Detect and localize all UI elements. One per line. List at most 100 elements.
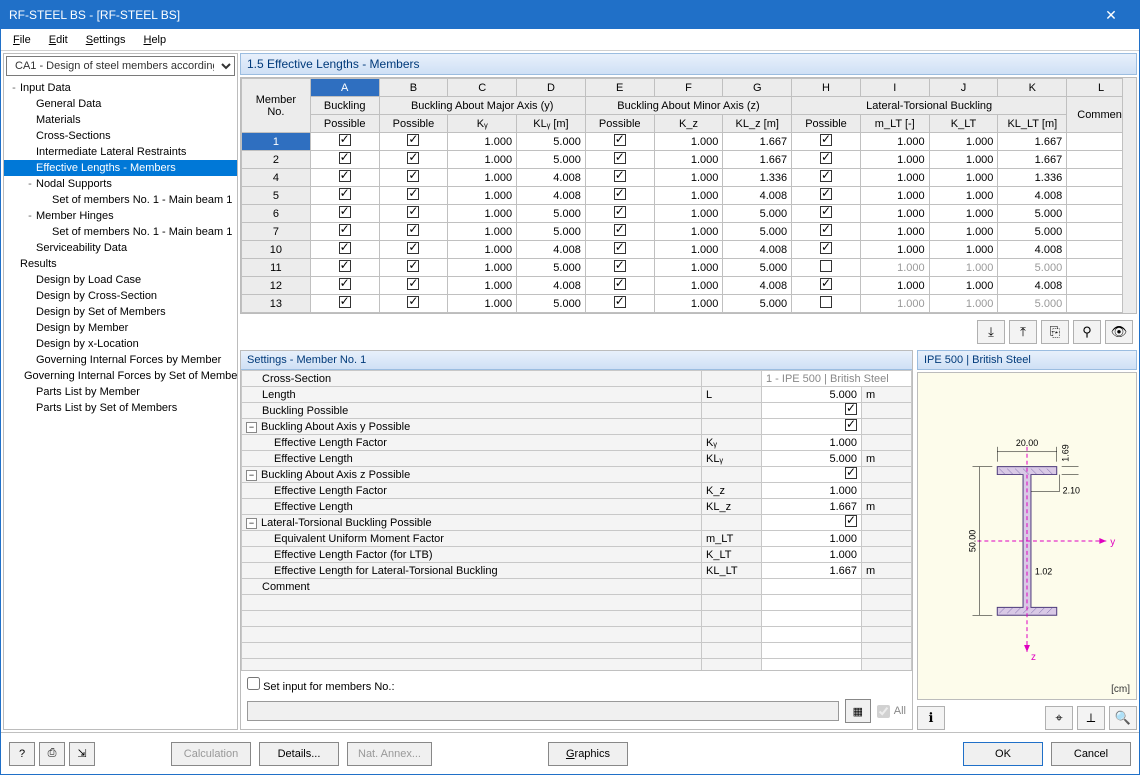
table-row[interactable]: 71.0005.0001.0005.0001.0001.0005.000 <box>242 223 1136 241</box>
tree-item[interactable]: Parts List by Set of Members <box>4 400 237 416</box>
right-panel: 1.5 Effective Lengths - Members MemberNo… <box>240 53 1137 730</box>
svg-text:20.00: 20.00 <box>1016 438 1038 448</box>
filter-icon[interactable]: ⚲ <box>1073 320 1101 344</box>
print-icon[interactable]: ⎙ <box>39 742 65 766</box>
table-row[interactable]: 21.0005.0001.0001.6671.0001.0001.667 <box>242 151 1136 169</box>
members-table-area: MemberNo.ABCDEFGHIJKLBucklingBuckling Ab… <box>240 77 1137 314</box>
table-row[interactable]: 101.0004.0081.0004.0081.0001.0004.008 <box>242 241 1136 259</box>
members-table[interactable]: MemberNo.ABCDEFGHIJKLBucklingBuckling Ab… <box>241 78 1136 313</box>
property-row[interactable]: Effective Length FactorKᵧ1.000 <box>242 435 912 451</box>
app-window: RF-STEEL BS - [RF-STEEL BS] ✕ FileEditSe… <box>0 0 1140 775</box>
property-row[interactable]: Effective Length for Lateral-Torsional B… <box>242 563 912 579</box>
cancel-button[interactable]: Cancel <box>1051 742 1131 766</box>
tree-item[interactable]: Serviceability Data <box>4 240 237 256</box>
tree-item[interactable]: Parts List by Member <box>4 384 237 400</box>
all-members-label: All <box>894 705 906 717</box>
svg-text:z: z <box>1031 652 1036 663</box>
tree-item[interactable]: Results <box>4 256 237 272</box>
ok-button[interactable]: OK <box>963 742 1043 766</box>
menu-edit[interactable]: Edit <box>41 32 76 48</box>
dimension-icon[interactable]: ⟂ <box>1077 706 1105 730</box>
property-row[interactable]: LengthL5.000m <box>242 387 912 403</box>
set-input-label[interactable]: Set input for members No.: <box>247 677 906 693</box>
tree-item[interactable]: Design by Load Case <box>4 272 237 288</box>
settings-header: Settings - Member No. 1 <box>241 351 912 370</box>
property-row[interactable]: Effective Length Factor (for LTB)K_LT1.0… <box>242 547 912 563</box>
tree-item[interactable]: Intermediate Lateral Restraints <box>4 144 237 160</box>
details-button[interactable]: Details... <box>259 742 339 766</box>
copy-table-icon[interactable]: ⎘ <box>1041 320 1069 344</box>
property-row[interactable]: −Buckling About Axis y Possible <box>242 419 912 435</box>
calculation-button[interactable]: Calculation <box>171 742 251 766</box>
export-excel-icon[interactable]: ⤓ <box>977 320 1005 344</box>
property-row[interactable]: Effective Length FactorK_z1.000 <box>242 483 912 499</box>
table-row[interactable]: 61.0005.0001.0005.0001.0001.0005.000 <box>242 205 1136 223</box>
property-row[interactable]: Effective LengthKL_z1.667m <box>242 499 912 515</box>
footer: ?⎙⇲ Calculation Details... Nat. Annex...… <box>1 732 1139 774</box>
table-toolbar: ⤓⤒⎘⚲👁 <box>240 316 1137 348</box>
property-row[interactable]: Cross-Section1 - IPE 500 | British Steel <box>242 371 912 387</box>
case-combo[interactable]: CA1 - Design of steel members according … <box>6 56 235 76</box>
view-icon[interactable]: 👁 <box>1105 320 1133 344</box>
table-row[interactable]: 111.0005.0001.0005.0001.0001.0005.000 <box>242 259 1136 277</box>
preview-toolbar: ℹ ⌖⟂🔍 <box>917 702 1137 730</box>
main-section-header: 1.5 Effective Lengths - Members <box>240 53 1137 75</box>
property-row[interactable]: Equivalent Uniform Moment Factorm_LT1.00… <box>242 531 912 547</box>
nat-annex-button[interactable]: Nat. Annex... <box>347 742 432 766</box>
table-scrollbar[interactable] <box>1122 78 1136 313</box>
set-input-checkbox[interactable] <box>247 677 260 690</box>
tree-item[interactable]: Design by Set of Members <box>4 304 237 320</box>
all-members-checkbox[interactable] <box>877 705 890 718</box>
tree-item[interactable]: Design by Member <box>4 320 237 336</box>
svg-text:y: y <box>1110 537 1115 548</box>
preview-unit-label: [cm] <box>1111 684 1130 695</box>
property-row[interactable]: Buckling Possible <box>242 403 912 419</box>
tree-item[interactable]: -Member Hinges <box>4 208 237 224</box>
table-row[interactable]: 131.0005.0001.0005.0001.0001.0005.000 <box>242 295 1136 313</box>
svg-text:50.00: 50.00 <box>967 530 977 552</box>
property-row[interactable]: Comment <box>242 579 912 595</box>
tree-item[interactable]: Design by x-Location <box>4 336 237 352</box>
search-icon[interactable]: 🔍 <box>1109 706 1137 730</box>
properties-table[interactable]: Cross-Section1 - IPE 500 | British Steel… <box>241 370 912 670</box>
table-row[interactable]: 51.0004.0081.0004.0081.0001.0004.008 <box>242 187 1136 205</box>
axis-icon[interactable]: ⌖ <box>1045 706 1073 730</box>
tree-item[interactable]: Effective Lengths - Members <box>4 160 237 176</box>
info-icon[interactable]: ℹ <box>917 706 945 730</box>
property-row[interactable]: −Lateral-Torsional Buckling Possible <box>242 515 912 531</box>
tree-item[interactable]: Set of members No. 1 - Main beam 1 <box>4 224 237 240</box>
help-icon[interactable]: ? <box>9 742 35 766</box>
import-excel-icon[interactable]: ⤒ <box>1009 320 1037 344</box>
tree-item[interactable]: Set of members No. 1 - Main beam 1 <box>4 192 237 208</box>
preview-header: IPE 500 | British Steel <box>917 350 1137 370</box>
tree-item[interactable]: Design by Cross-Section <box>4 288 237 304</box>
pick-members-button[interactable]: ▦ <box>845 699 871 723</box>
table-row[interactable]: 121.0004.0081.0004.0081.0001.0004.008 <box>242 277 1136 295</box>
property-row[interactable]: Effective LengthKLᵧ5.000m <box>242 451 912 467</box>
tree-item[interactable]: Governing Internal Forces by Set of Memb… <box>4 368 237 384</box>
tree-item[interactable]: -Nodal Supports <box>4 176 237 192</box>
svg-text:2.10: 2.10 <box>1063 485 1080 495</box>
table-row[interactable]: 41.0004.0081.0001.3361.0001.0001.336 <box>242 169 1136 187</box>
left-panel: CA1 - Design of steel members according … <box>3 53 238 730</box>
menu-settings[interactable]: Settings <box>78 32 134 48</box>
export-icon[interactable]: ⇲ <box>69 742 95 766</box>
cross-section-preview: y z <box>917 372 1137 700</box>
menubar: FileEditSettingsHelp <box>1 29 1139 51</box>
close-icon[interactable]: ✕ <box>1091 7 1131 24</box>
tree-item[interactable]: Governing Internal Forces by Member <box>4 352 237 368</box>
set-input-members-field[interactable] <box>247 701 839 721</box>
property-row[interactable]: −Buckling About Axis z Possible <box>242 467 912 483</box>
menu-file[interactable]: File <box>5 32 39 48</box>
tree-item[interactable]: Materials <box>4 112 237 128</box>
tree-item[interactable]: General Data <box>4 96 237 112</box>
tree-item[interactable]: Cross-Sections <box>4 128 237 144</box>
svg-text:1.02: 1.02 <box>1035 567 1052 577</box>
graphics-button[interactable]: Graphics <box>548 742 628 766</box>
window-title: RF-STEEL BS - [RF-STEEL BS] <box>9 8 1091 22</box>
menu-help[interactable]: Help <box>135 32 174 48</box>
table-row[interactable]: 11.0005.0001.0001.6671.0001.0001.667 <box>242 133 1136 151</box>
nav-tree[interactable]: -Input DataGeneral DataMaterialsCross-Se… <box>4 78 237 729</box>
svg-text:1.69: 1.69 <box>1061 444 1071 461</box>
tree-item[interactable]: -Input Data <box>4 80 237 96</box>
